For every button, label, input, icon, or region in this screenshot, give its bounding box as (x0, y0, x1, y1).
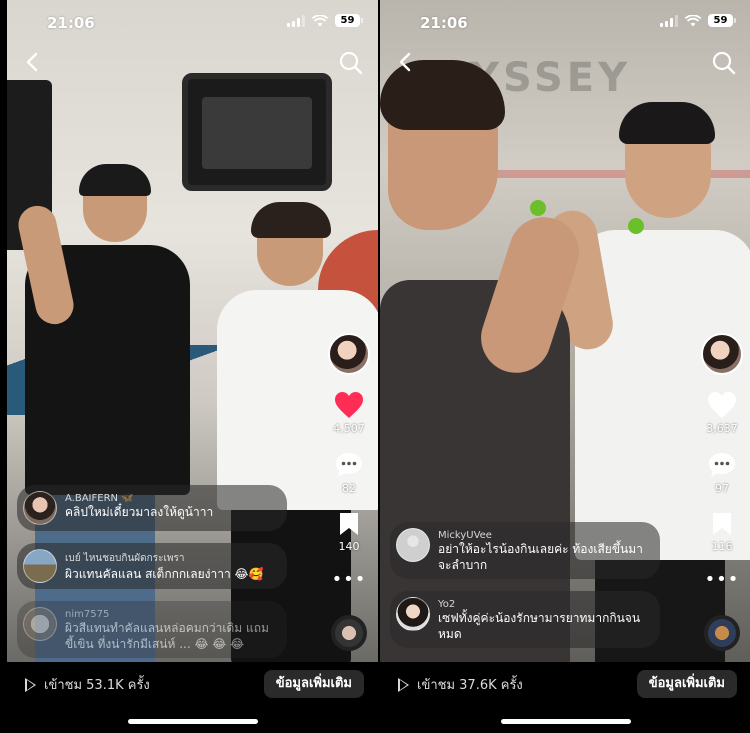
heart-icon (335, 392, 363, 418)
comment-item[interactable]: Yo2 เซฟทั้งคู่ค่ะน้องรักษามารยาทมากกินจน… (390, 591, 660, 648)
avatar (23, 607, 57, 641)
lime-fruit (530, 200, 546, 216)
comment-item[interactable]: MickyUVee อย่าให้อะไรน้องกินเลยค่ะ ท้องเ… (390, 522, 660, 579)
play-icon (25, 677, 36, 692)
comment-bubble-icon (709, 453, 735, 477)
comment-button[interactable]: 97 (707, 451, 737, 495)
views-label: เข้าชม 37.6K ครั้ง (417, 678, 523, 693)
lime-fruit (628, 218, 644, 234)
more-dots-icon[interactable]: ••• (705, 571, 740, 589)
like-count: 3,637 (706, 422, 738, 435)
action-rail: 3,637 97 116 ••• (699, 333, 745, 651)
comment-text: อย่าให้อะไรน้องกินเลยค่ะ ท้องเสียขึ้นมาจ… (438, 542, 643, 572)
comment-count: 82 (342, 482, 356, 495)
view-count: เข้าชม 37.6K ครั้ง (398, 674, 523, 695)
bookmark-icon (340, 513, 358, 535)
video-panel-left: 21:06 59 4,507 82 140 ••• A.BAIFERN 🦋 คล… (7, 0, 378, 733)
heart-icon (708, 392, 736, 418)
save-button[interactable]: 140 (338, 511, 360, 553)
avatar (396, 528, 430, 562)
avatar (23, 549, 57, 583)
home-indicator[interactable] (127, 719, 258, 724)
battery-icon: 59 (708, 14, 736, 27)
status-bar: 21:06 59 (7, 0, 378, 40)
signal-icon (287, 14, 305, 27)
more-info-button[interactable]: ข้อมูลเพิ่มเติม (263, 670, 364, 698)
comment-list: A.BAIFERN 🦋 คลิปใหม่เดี๋ยวมาลงให้ดูน้าาา… (17, 485, 287, 670)
chevron-left-icon[interactable] (21, 50, 45, 74)
comment-text: ผิวสีแทนทำคัลแลนหล่อคมกว่าเดิม แถมขี้เขิ… (65, 621, 269, 651)
rv-window (182, 73, 332, 191)
music-disc[interactable] (331, 615, 367, 651)
bottom-bar: เข้าชม 53.1K ครั้ง ข้อมูลเพิ่มเติม (7, 662, 378, 733)
save-count: 116 (711, 540, 733, 553)
comment-text: คลิปใหม่เดี๋ยวมาลงให้ดูน้าาา (65, 505, 214, 519)
like-button[interactable]: 3,637 (706, 391, 738, 435)
status-time: 21:06 (420, 14, 468, 32)
like-count: 4,507 (333, 422, 365, 435)
play-icon (398, 677, 409, 692)
comment-user: เบย์ ไหนชอบกินผัดกระเพรา (65, 553, 185, 564)
search-icon[interactable] (711, 50, 737, 76)
comment-text: เซฟทั้งคู่ค่ะน้องรักษามารยาทมากกินจนหมด (438, 611, 641, 641)
comment-text: ผิวแทนคัลแลน สเต็กกกเลยง่าาา 😂🥰 (65, 567, 264, 581)
comment-item[interactable]: A.BAIFERN 🦋 คลิปใหม่เดี๋ยวมาลงให้ดูน้าาา (17, 485, 287, 531)
more-info-button[interactable]: ข้อมูลเพิ่มเติม (636, 670, 737, 698)
chevron-left-icon[interactable] (394, 50, 418, 74)
bookmark-icon (713, 513, 731, 535)
view-count: เข้าชม 53.1K ครั้ง (25, 674, 150, 695)
status-time: 21:06 (47, 14, 95, 32)
signal-icon (660, 14, 678, 27)
battery-icon: 59 (335, 14, 363, 27)
save-button[interactable]: 116 (711, 511, 733, 553)
comment-button[interactable]: 82 (334, 451, 364, 495)
comment-user: Yo2 (438, 599, 456, 610)
video-panel-right: YSSEY 21:06 59 3,637 97 116 ••• MickyUVe… (380, 0, 750, 733)
search-icon[interactable] (338, 50, 364, 76)
screenshot-stage: 21:06 59 4,507 82 140 ••• A.BAIFERN 🦋 คล… (0, 0, 750, 733)
comment-item[interactable]: nim7575 ผิวสีแทนทำคัลแลนหล่อคมกว่าเดิม แ… (17, 601, 287, 658)
creator-avatar[interactable] (701, 333, 743, 375)
views-label: เข้าชม 53.1K ครั้ง (44, 678, 150, 693)
comment-user: nim7575 (65, 609, 110, 620)
avatar (396, 597, 430, 631)
bottom-bar: เข้าชม 37.6K ครั้ง ข้อมูลเพิ่มเติม (380, 662, 750, 733)
comment-item[interactable]: เบย์ ไหนชอบกินผัดกระเพรา ผิวแทนคัลแลน สเ… (17, 543, 287, 589)
home-indicator[interactable] (500, 719, 631, 724)
wifi-icon (312, 14, 328, 26)
comment-bubble-icon (336, 453, 362, 477)
status-bar: 21:06 59 (380, 0, 750, 40)
like-button[interactable]: 4,507 (333, 391, 365, 435)
comment-user: MickyUVee (438, 530, 492, 541)
more-dots-icon[interactable]: ••• (332, 571, 367, 589)
wifi-icon (685, 14, 701, 26)
comment-list: MickyUVee อย่าให้อะไรน้องกินเลยค่ะ ท้องเ… (390, 522, 660, 660)
creator-avatar[interactable] (328, 333, 370, 375)
avatar (23, 491, 57, 525)
save-count: 140 (338, 540, 360, 553)
music-disc[interactable] (704, 615, 740, 651)
action-rail: 4,507 82 140 ••• (326, 333, 372, 651)
comment-user: A.BAIFERN 🦋 (65, 493, 134, 504)
comment-count: 97 (715, 482, 729, 495)
